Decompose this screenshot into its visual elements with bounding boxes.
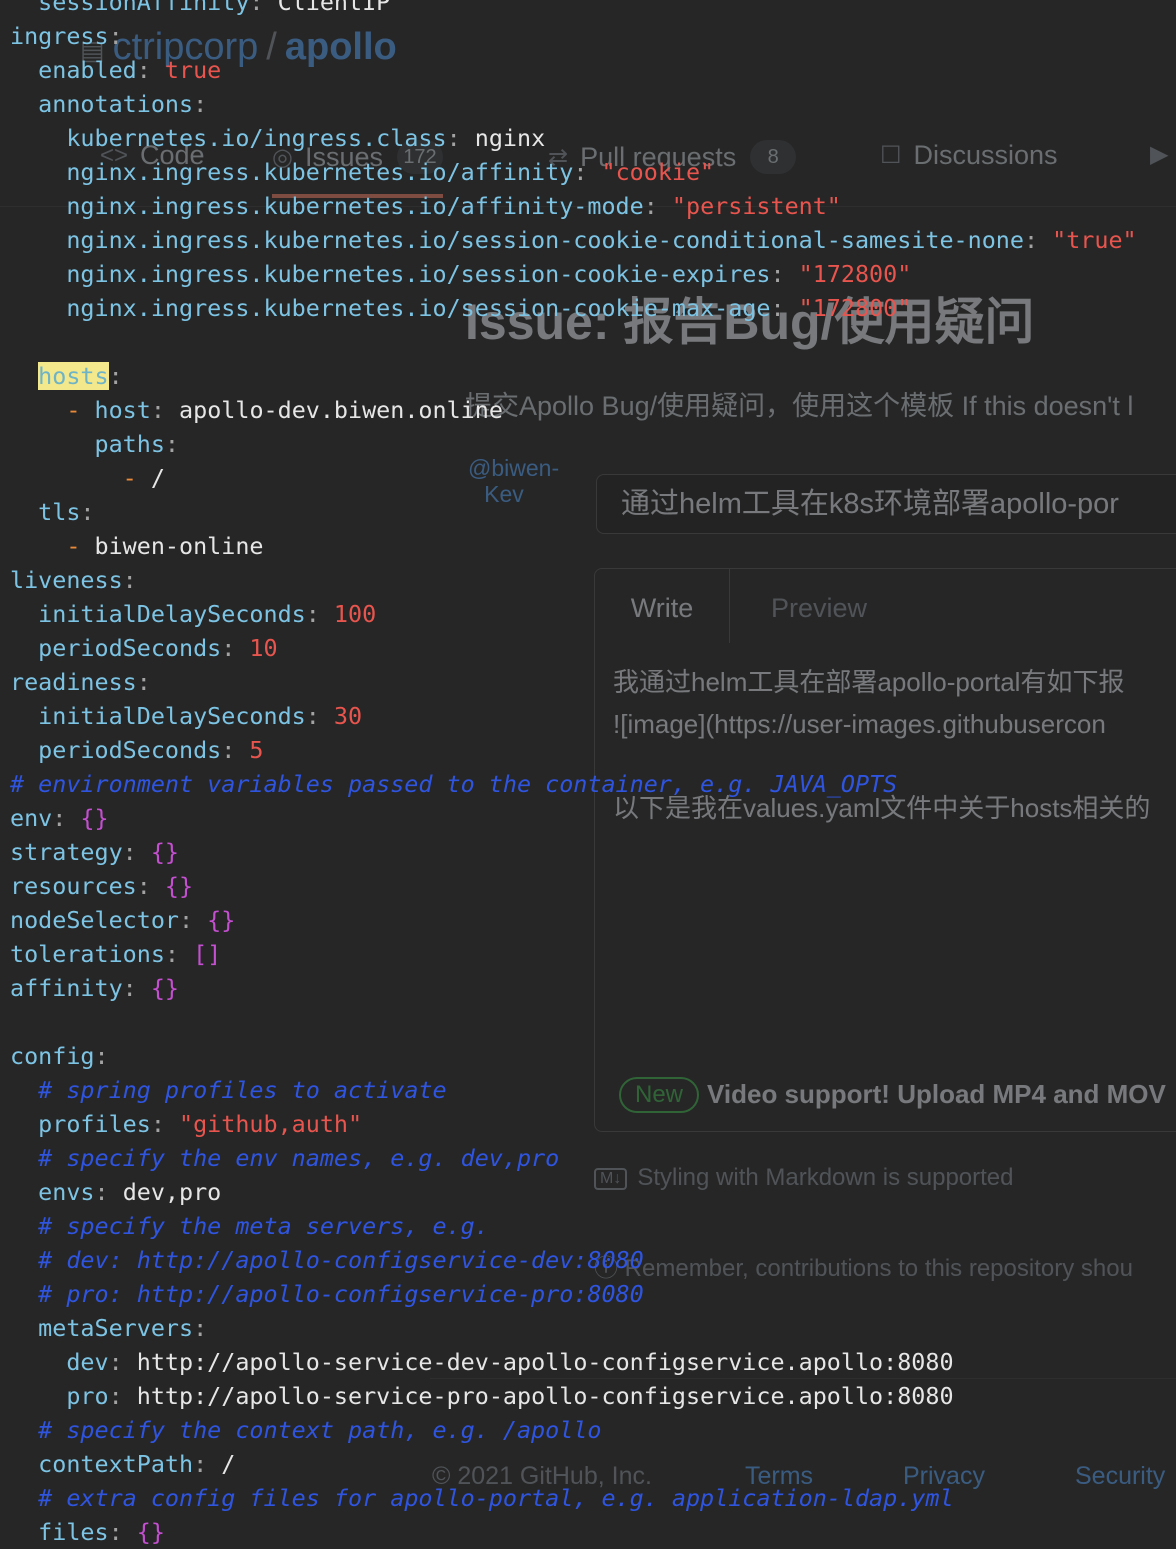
code-line: annotations:	[38, 90, 208, 118]
code-line: # environment variables passed to the co…	[10, 770, 898, 798]
code-line: resources: {}	[10, 872, 194, 900]
code-line: # pro: http://apollo-configservice-pro:8…	[38, 1280, 644, 1308]
code-line: nginx.ingress.kubernetes.io/session-cook…	[66, 294, 912, 322]
code-line: readiness:	[10, 668, 151, 696]
code-line: nginx.ingress.kubernetes.io/session-cook…	[66, 260, 912, 288]
code-line: affinity: {}	[10, 974, 180, 1002]
code-line: # specify the context path, e.g. /apollo	[38, 1416, 602, 1444]
tab-actions[interactable]: ▶	[1150, 140, 1176, 169]
code-line: nodeSelector: {}	[10, 906, 236, 934]
code-line: tolerations: []	[10, 940, 222, 968]
code-line: tls:	[38, 498, 95, 526]
code-line: # dev: http://apollo-configservice-dev:8…	[38, 1246, 644, 1274]
code-line: metaServers:	[38, 1314, 208, 1342]
code-line: initialDelaySeconds: 100	[38, 600, 377, 628]
code-line: # specify the meta servers, e.g.	[38, 1212, 489, 1240]
code-line: envs: dev,pro	[38, 1178, 222, 1206]
code-line: # extra config files for apollo-portal, …	[38, 1484, 954, 1512]
play-icon: ▶	[1150, 141, 1169, 168]
search-highlight: hosts	[38, 362, 109, 390]
code-line: nginx.ingress.kubernetes.io/affinity-mod…	[66, 192, 841, 220]
code-line: hosts:	[38, 362, 123, 390]
code-line: - host: apollo-dev.biwen.online	[66, 396, 503, 424]
code-line: env: {}	[10, 804, 109, 832]
code-line: dev: http://apollo-service-dev-apollo-co…	[66, 1348, 954, 1376]
code-line: strategy: {}	[10, 838, 180, 866]
code-line: config:	[10, 1042, 109, 1070]
code-line: # specify the env names, e.g. dev,pro	[38, 1144, 560, 1172]
code-line: nginx.ingress.kubernetes.io/session-cook…	[66, 226, 1137, 254]
yaml-code-editor[interactable]: sessionAffinity: ClientIP ingress: enable…	[10, 0, 1137, 1549]
code-line: contextPath: /	[38, 1450, 236, 1478]
code-line: kubernetes.io/ingress.class: nginx	[66, 124, 546, 152]
code-line: enabled: true	[38, 56, 222, 84]
code-line: periodSeconds: 10	[38, 634, 278, 662]
code-line: ingress:	[10, 22, 123, 50]
code-line: nginx.ingress.kubernetes.io/affinity: "c…	[66, 158, 715, 186]
code-line: - /	[122, 464, 165, 492]
code-line: initialDelaySeconds: 30	[38, 702, 363, 730]
code-line: periodSeconds: 5	[38, 736, 264, 764]
code-line: # spring profiles to activate	[38, 1076, 447, 1104]
code-line: pro: http://apollo-service-pro-apollo-co…	[66, 1382, 954, 1410]
code-line: sessionAffinity: ClientIP	[38, 0, 391, 16]
code-line: - biwen-online	[66, 532, 264, 560]
code-line: paths:	[94, 430, 180, 458]
code-line: profiles: "github,auth"	[38, 1110, 363, 1138]
code-line: liveness:	[10, 566, 137, 594]
